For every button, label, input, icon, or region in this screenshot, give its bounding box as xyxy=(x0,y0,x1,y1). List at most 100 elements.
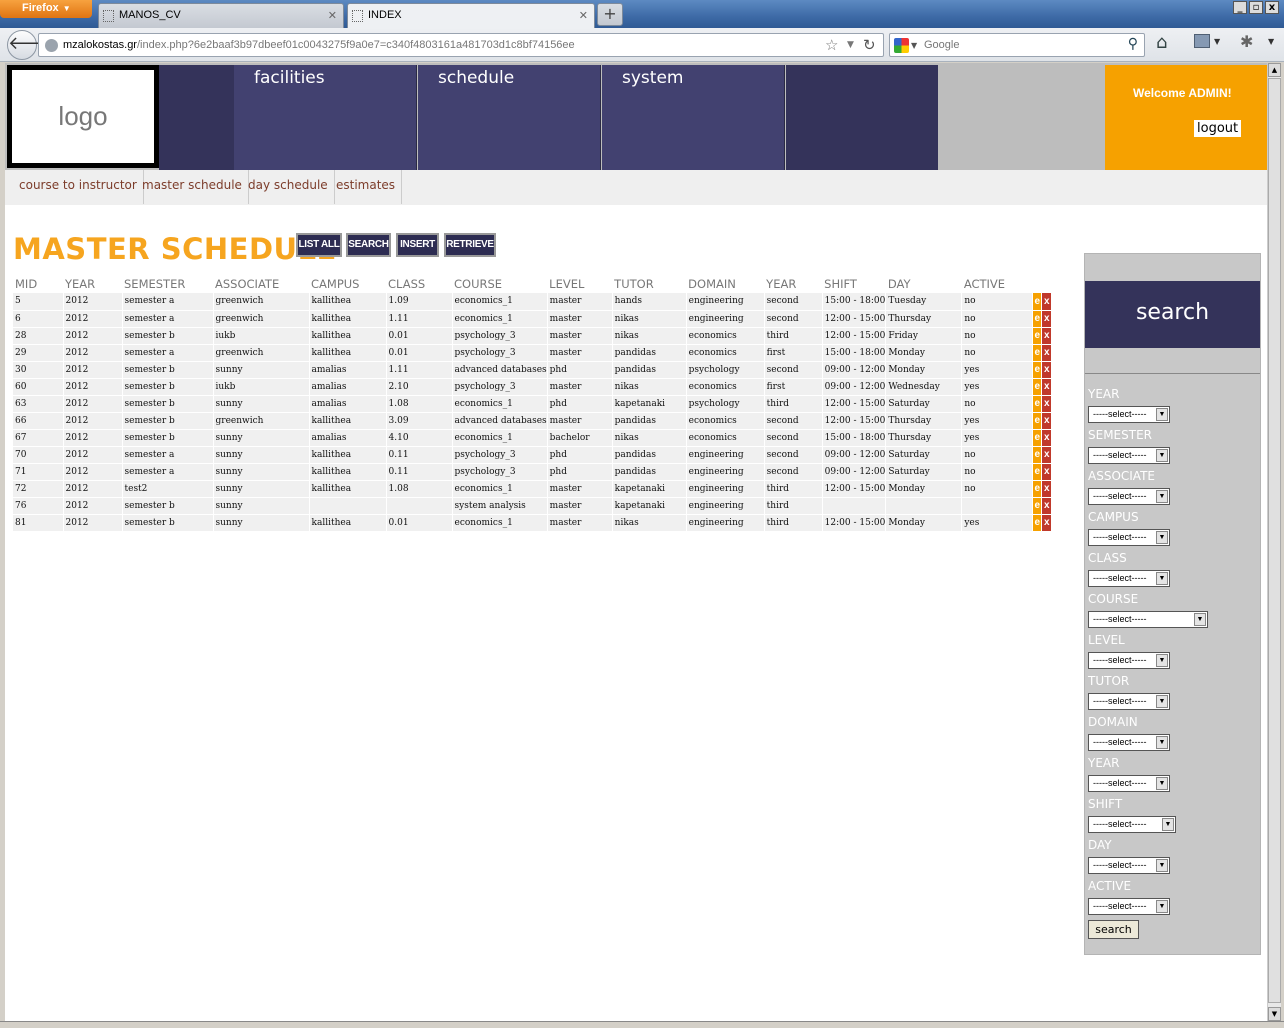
chevron-down-icon[interactable]: ▼ xyxy=(1162,818,1174,831)
chevron-down-icon[interactable]: ▼ xyxy=(1156,408,1168,421)
delete-row-button[interactable]: x xyxy=(1041,310,1053,328)
column-header: ASSOCIATE xyxy=(215,277,280,291)
edit-row-button[interactable]: e xyxy=(1032,293,1043,311)
filter-select[interactable]: -----select----- ▼ xyxy=(1088,734,1170,751)
tools-icon[interactable]: ✱ xyxy=(1240,32,1253,51)
edit-row-button[interactable]: e xyxy=(1032,463,1043,481)
edit-row-button[interactable]: e xyxy=(1032,429,1043,447)
delete-row-button[interactable]: x xyxy=(1041,412,1053,430)
search-button[interactable]: SEARCH xyxy=(346,233,391,257)
edit-row-button[interactable]: e xyxy=(1032,310,1043,328)
table-cell: engineering xyxy=(686,293,765,311)
delete-row-button[interactable]: x xyxy=(1041,361,1053,379)
search-icon[interactable]: ⚲ xyxy=(1128,36,1138,52)
edit-row-button[interactable]: e xyxy=(1032,344,1043,362)
table-row: 72 2012 test2 sunny kallithea 1.08 economics_1… xyxy=(13,480,1053,498)
edit-row-button[interactable]: e xyxy=(1032,412,1043,430)
google-icon[interactable] xyxy=(894,38,909,53)
logout-button[interactable]: logout xyxy=(1194,120,1242,137)
filter-select[interactable]: -----select----- ▼ xyxy=(1088,447,1170,464)
minimize-button[interactable]: _ xyxy=(1233,1,1247,14)
insert-button[interactable]: INSERT xyxy=(396,233,439,257)
reload-icon[interactable]: ↻ xyxy=(863,36,876,54)
delete-row-button[interactable]: x xyxy=(1041,446,1053,464)
delete-row-button[interactable]: x xyxy=(1041,344,1053,362)
delete-row-button[interactable]: x xyxy=(1041,327,1053,345)
delete-row-button[interactable]: x xyxy=(1041,429,1053,447)
scroll-up-icon[interactable]: ▲ xyxy=(1268,63,1281,77)
delete-row-button[interactable]: x xyxy=(1041,514,1053,532)
submenu-estimates[interactable]: estimates xyxy=(328,170,403,204)
list-all-button[interactable]: LIST ALL xyxy=(296,233,342,257)
chevron-down-icon[interactable]: ▼ xyxy=(847,40,854,50)
table-cell: yes xyxy=(961,429,1034,447)
chevron-down-icon[interactable]: ▼ xyxy=(1156,736,1168,749)
chevron-down-icon[interactable]: ▼ xyxy=(1156,777,1168,790)
filter-select[interactable]: -----select----- ▼ xyxy=(1088,816,1176,833)
chevron-down-icon[interactable]: ▼ xyxy=(1214,37,1220,46)
filter-select[interactable]: -----select----- ▼ xyxy=(1088,857,1170,874)
url-bar[interactable]: mzalokostas.gr/index.php?6e2baaf3b97dbee… xyxy=(38,33,884,57)
chevron-down-icon[interactable]: ▼ xyxy=(1268,37,1274,46)
edit-row-button[interactable]: e xyxy=(1032,514,1043,532)
chevron-down-icon[interactable]: ▼ xyxy=(911,41,917,50)
delete-row-button[interactable]: x xyxy=(1041,497,1053,515)
close-icon[interactable]: ✕ xyxy=(328,9,337,22)
chevron-down-icon[interactable]: ▼ xyxy=(1194,613,1206,626)
retrieve-button[interactable]: RETRIEVE xyxy=(444,233,496,257)
chevron-down-icon[interactable]: ▼ xyxy=(1156,490,1168,503)
window-close-button[interactable]: x xyxy=(1265,1,1279,14)
delete-row-button[interactable]: x xyxy=(1041,463,1053,481)
scroll-down-icon[interactable]: ▼ xyxy=(1268,1007,1281,1021)
back-arrow-icon[interactable]: 🡐 xyxy=(7,30,56,60)
edit-row-button[interactable]: e xyxy=(1032,497,1043,515)
vertical-scrollbar[interactable]: ▲ ▼ xyxy=(1267,63,1281,1021)
logo[interactable]: logo xyxy=(7,65,159,168)
delete-row-button[interactable]: x xyxy=(1041,395,1053,413)
new-tab-button[interactable]: + xyxy=(597,3,623,26)
filter-select[interactable]: -----select----- ▼ xyxy=(1088,652,1170,669)
firefox-menu-button[interactable]: Firefox ▼ xyxy=(0,0,92,18)
delete-row-button[interactable]: x xyxy=(1041,293,1053,311)
delete-row-button[interactable]: x xyxy=(1041,378,1053,396)
chevron-down-icon[interactable]: ▼ xyxy=(1156,654,1168,667)
filter-select[interactable]: -----select----- ▼ xyxy=(1088,611,1208,628)
filter-select[interactable]: -----select----- ▼ xyxy=(1088,488,1170,505)
menu-facilities[interactable]: facilities xyxy=(234,65,417,170)
chevron-down-icon[interactable]: ▼ xyxy=(1156,449,1168,462)
edit-row-button[interactable]: e xyxy=(1032,480,1043,498)
scrollbar-thumb[interactable] xyxy=(1268,78,1281,1003)
filter-select[interactable]: -----select----- ▼ xyxy=(1088,570,1170,587)
chevron-down-icon[interactable]: ▼ xyxy=(1156,531,1168,544)
filter-select[interactable]: -----select----- ▼ xyxy=(1088,529,1170,546)
edit-row-button[interactable]: e xyxy=(1032,395,1043,413)
bookmark-star-icon[interactable]: ☆ xyxy=(825,36,838,54)
edit-row-button[interactable]: e xyxy=(1032,327,1043,345)
menu-system[interactable]: system xyxy=(602,65,785,170)
submenu-course-to-instructor[interactable]: course to instructor xyxy=(11,170,144,204)
delete-row-button[interactable]: x xyxy=(1041,480,1053,498)
edit-row-button[interactable]: e xyxy=(1032,378,1043,396)
edit-row-button[interactable]: e xyxy=(1032,446,1043,464)
table-cell: phd xyxy=(547,463,613,481)
chevron-down-icon[interactable]: ▼ xyxy=(1156,572,1168,585)
home-icon[interactable]: ⌂ xyxy=(1156,32,1167,53)
search-submit-button[interactable]: search xyxy=(1088,920,1139,939)
bookmarks-icon[interactable] xyxy=(1194,34,1210,48)
tab-index[interactable]: INDEX ✕ xyxy=(347,3,595,28)
tab-manos-cv[interactable]: MANOS_CV ✕ xyxy=(98,3,344,28)
filter-select[interactable]: -----select----- ▼ xyxy=(1088,406,1170,423)
filter-select[interactable]: -----select----- ▼ xyxy=(1088,898,1170,915)
menu-schedule[interactable]: schedule xyxy=(418,65,601,170)
submenu-day-schedule[interactable]: day schedule xyxy=(240,170,335,204)
chevron-down-icon[interactable]: ▼ xyxy=(1156,695,1168,708)
maximize-button[interactable]: ▫ xyxy=(1249,1,1263,14)
submenu-master-schedule[interactable]: master schedule xyxy=(134,170,249,204)
filter-select[interactable]: -----select----- ▼ xyxy=(1088,693,1170,710)
edit-row-button[interactable]: e xyxy=(1032,361,1043,379)
filter-select[interactable]: -----select----- ▼ xyxy=(1088,775,1170,792)
chevron-down-icon[interactable]: ▼ xyxy=(1156,859,1168,872)
search-engine-bar[interactable]: ▼ Google ⚲ xyxy=(889,33,1145,57)
close-icon[interactable]: ✕ xyxy=(579,9,588,22)
chevron-down-icon[interactable]: ▼ xyxy=(1156,900,1168,913)
